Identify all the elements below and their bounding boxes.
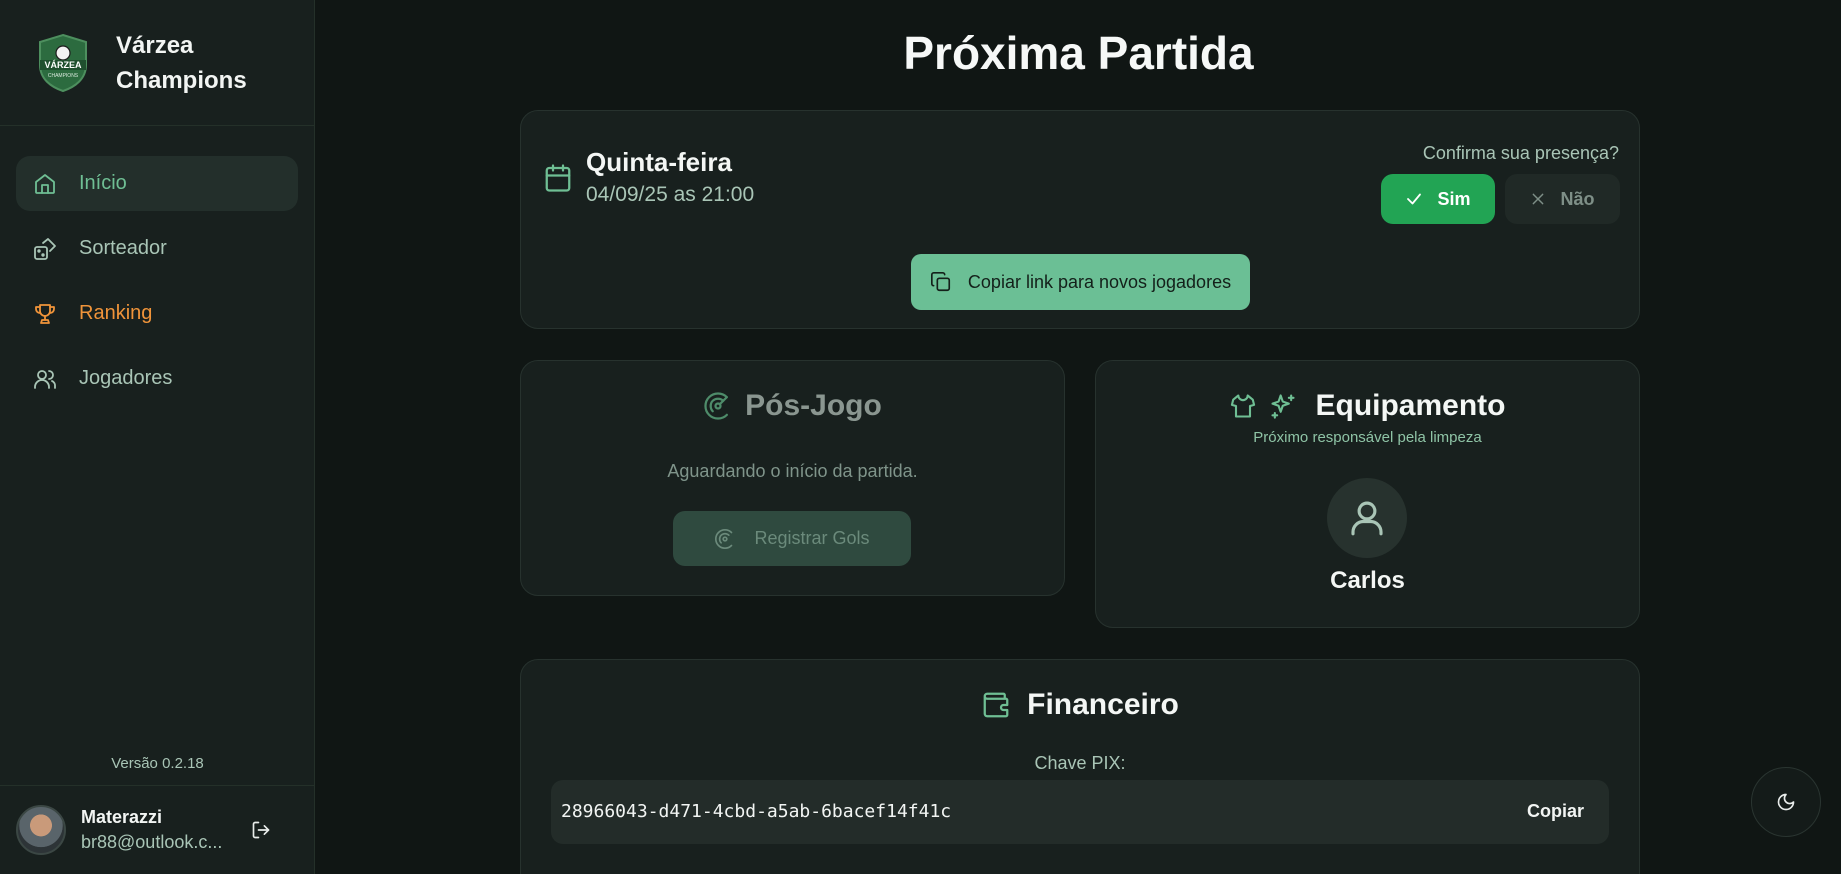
app-name-line1: Várzea — [116, 31, 194, 59]
post-game-header: Pós-Jogo — [521, 389, 1064, 423]
page-title: Próxima Partida — [903, 27, 1254, 79]
equipment-header: Equipamento — [1096, 389, 1639, 423]
app-name-line2: Champions — [116, 66, 247, 94]
pix-label: Chave PIX: — [1034, 753, 1126, 773]
equipment-title: Equipamento — [1315, 389, 1506, 422]
register-goals-button[interactable]: Registrar Gols — [673, 511, 911, 566]
sidebar-item-label: Ranking — [79, 302, 153, 324]
user-name: Materazzi — [81, 807, 163, 827]
copy-invite-link-label: Copiar link para novos jogadores — [967, 271, 1232, 292]
match-day: Quinta-feira — [586, 147, 732, 177]
moon-icon — [1777, 793, 1795, 811]
equipment-subtitle: Próximo responsável pela limpeza — [1253, 429, 1482, 446]
sidebar-item-label: Início — [79, 172, 127, 194]
theme-toggle-button[interactable] — [1751, 767, 1821, 837]
logo-subtext: CHAMPIONS — [48, 73, 79, 79]
post-game-status: Aguardando o início da partida. — [667, 461, 918, 481]
copy-icon — [930, 272, 950, 292]
shirt-icon — [1231, 394, 1256, 418]
radar-icon — [715, 528, 733, 549]
main-nav: Início Sorteador Ranking Jogadores — [0, 126, 314, 406]
avatar[interactable] — [16, 805, 66, 855]
copy-pix-button[interactable]: Copiar — [1527, 801, 1584, 822]
close-icon — [1533, 193, 1544, 205]
user-info: Materazzi br88@outlook.c... — [81, 807, 236, 853]
sidebar-item-ranking[interactable]: Ranking — [16, 286, 298, 341]
home-icon — [32, 171, 58, 197]
sidebar-item-sorteador[interactable]: Sorteador — [16, 221, 298, 276]
match-date: 04/09/25 as 21:00 — [586, 183, 755, 206]
next-match-card: Quinta-feira 04/09/25 as 21:00 Confirma … — [520, 110, 1640, 329]
dice-icon — [32, 236, 58, 262]
responsible-name: Carlos — [1330, 567, 1405, 594]
logo-text: VÁRZEA — [44, 60, 82, 70]
users-icon — [32, 366, 58, 392]
calendar-icon — [545, 164, 571, 192]
logout-button[interactable] — [248, 817, 274, 843]
confirm-no-button[interactable]: Não — [1505, 174, 1620, 224]
confirm-yes-label: Sim — [1437, 188, 1471, 209]
radar-icon — [704, 392, 729, 420]
user-panel: Materazzi br88@outlook.c... — [0, 785, 315, 874]
post-game-title: Pós-Jogo — [745, 389, 882, 422]
app-logo-icon: VÁRZEA CHAMPIONS — [39, 33, 87, 92]
sidebar-item-inicio[interactable]: Início — [16, 156, 298, 211]
equipment-card: Equipamento Próximo responsável pela lim… — [1095, 360, 1640, 628]
sidebar-item-label: Sorteador — [79, 237, 167, 259]
check-icon — [1407, 193, 1422, 205]
post-game-card: Pós-Jogo Aguardando o início da partida.… — [520, 360, 1065, 596]
presence-question: Confirma sua presença? — [1422, 143, 1619, 163]
register-goals-label: Registrar Gols — [754, 528, 870, 548]
user-email: br88@outlook.c... — [81, 832, 223, 852]
sparkles-icon — [1271, 394, 1296, 419]
logout-icon — [252, 821, 270, 839]
app-version: Versão 0.2.18 — [111, 755, 204, 772]
responsible-avatar — [1327, 478, 1407, 558]
pix-key-box: 28966043-d471-4cbd-a5ab-6bacef14f41c Cop… — [551, 780, 1609, 844]
finance-header: Financeiro — [521, 688, 1639, 722]
user-icon — [1351, 501, 1383, 536]
sidebar: VÁRZEA CHAMPIONS Várzea Champions Início… — [0, 0, 315, 874]
finance-title: Financeiro — [1027, 688, 1179, 721]
pix-key[interactable]: 28966043-d471-4cbd-a5ab-6bacef14f41c — [561, 801, 951, 822]
wallet-icon — [983, 692, 1009, 718]
sidebar-item-jogadores[interactable]: Jogadores — [16, 351, 298, 406]
confirm-yes-button[interactable]: Sim — [1381, 174, 1495, 224]
finance-card: Financeiro Chave PIX: 28966043-d471-4cbd… — [520, 659, 1640, 874]
confirm-no-label: Não — [1560, 188, 1595, 209]
app-name: Várzea Champions — [116, 28, 266, 98]
trophy-icon — [32, 301, 58, 327]
sidebar-item-label: Jogadores — [79, 367, 173, 389]
copy-invite-link-button[interactable]: Copiar link para novos jogadores — [911, 254, 1250, 310]
brand-header: VÁRZEA CHAMPIONS Várzea Champions — [0, 0, 314, 126]
